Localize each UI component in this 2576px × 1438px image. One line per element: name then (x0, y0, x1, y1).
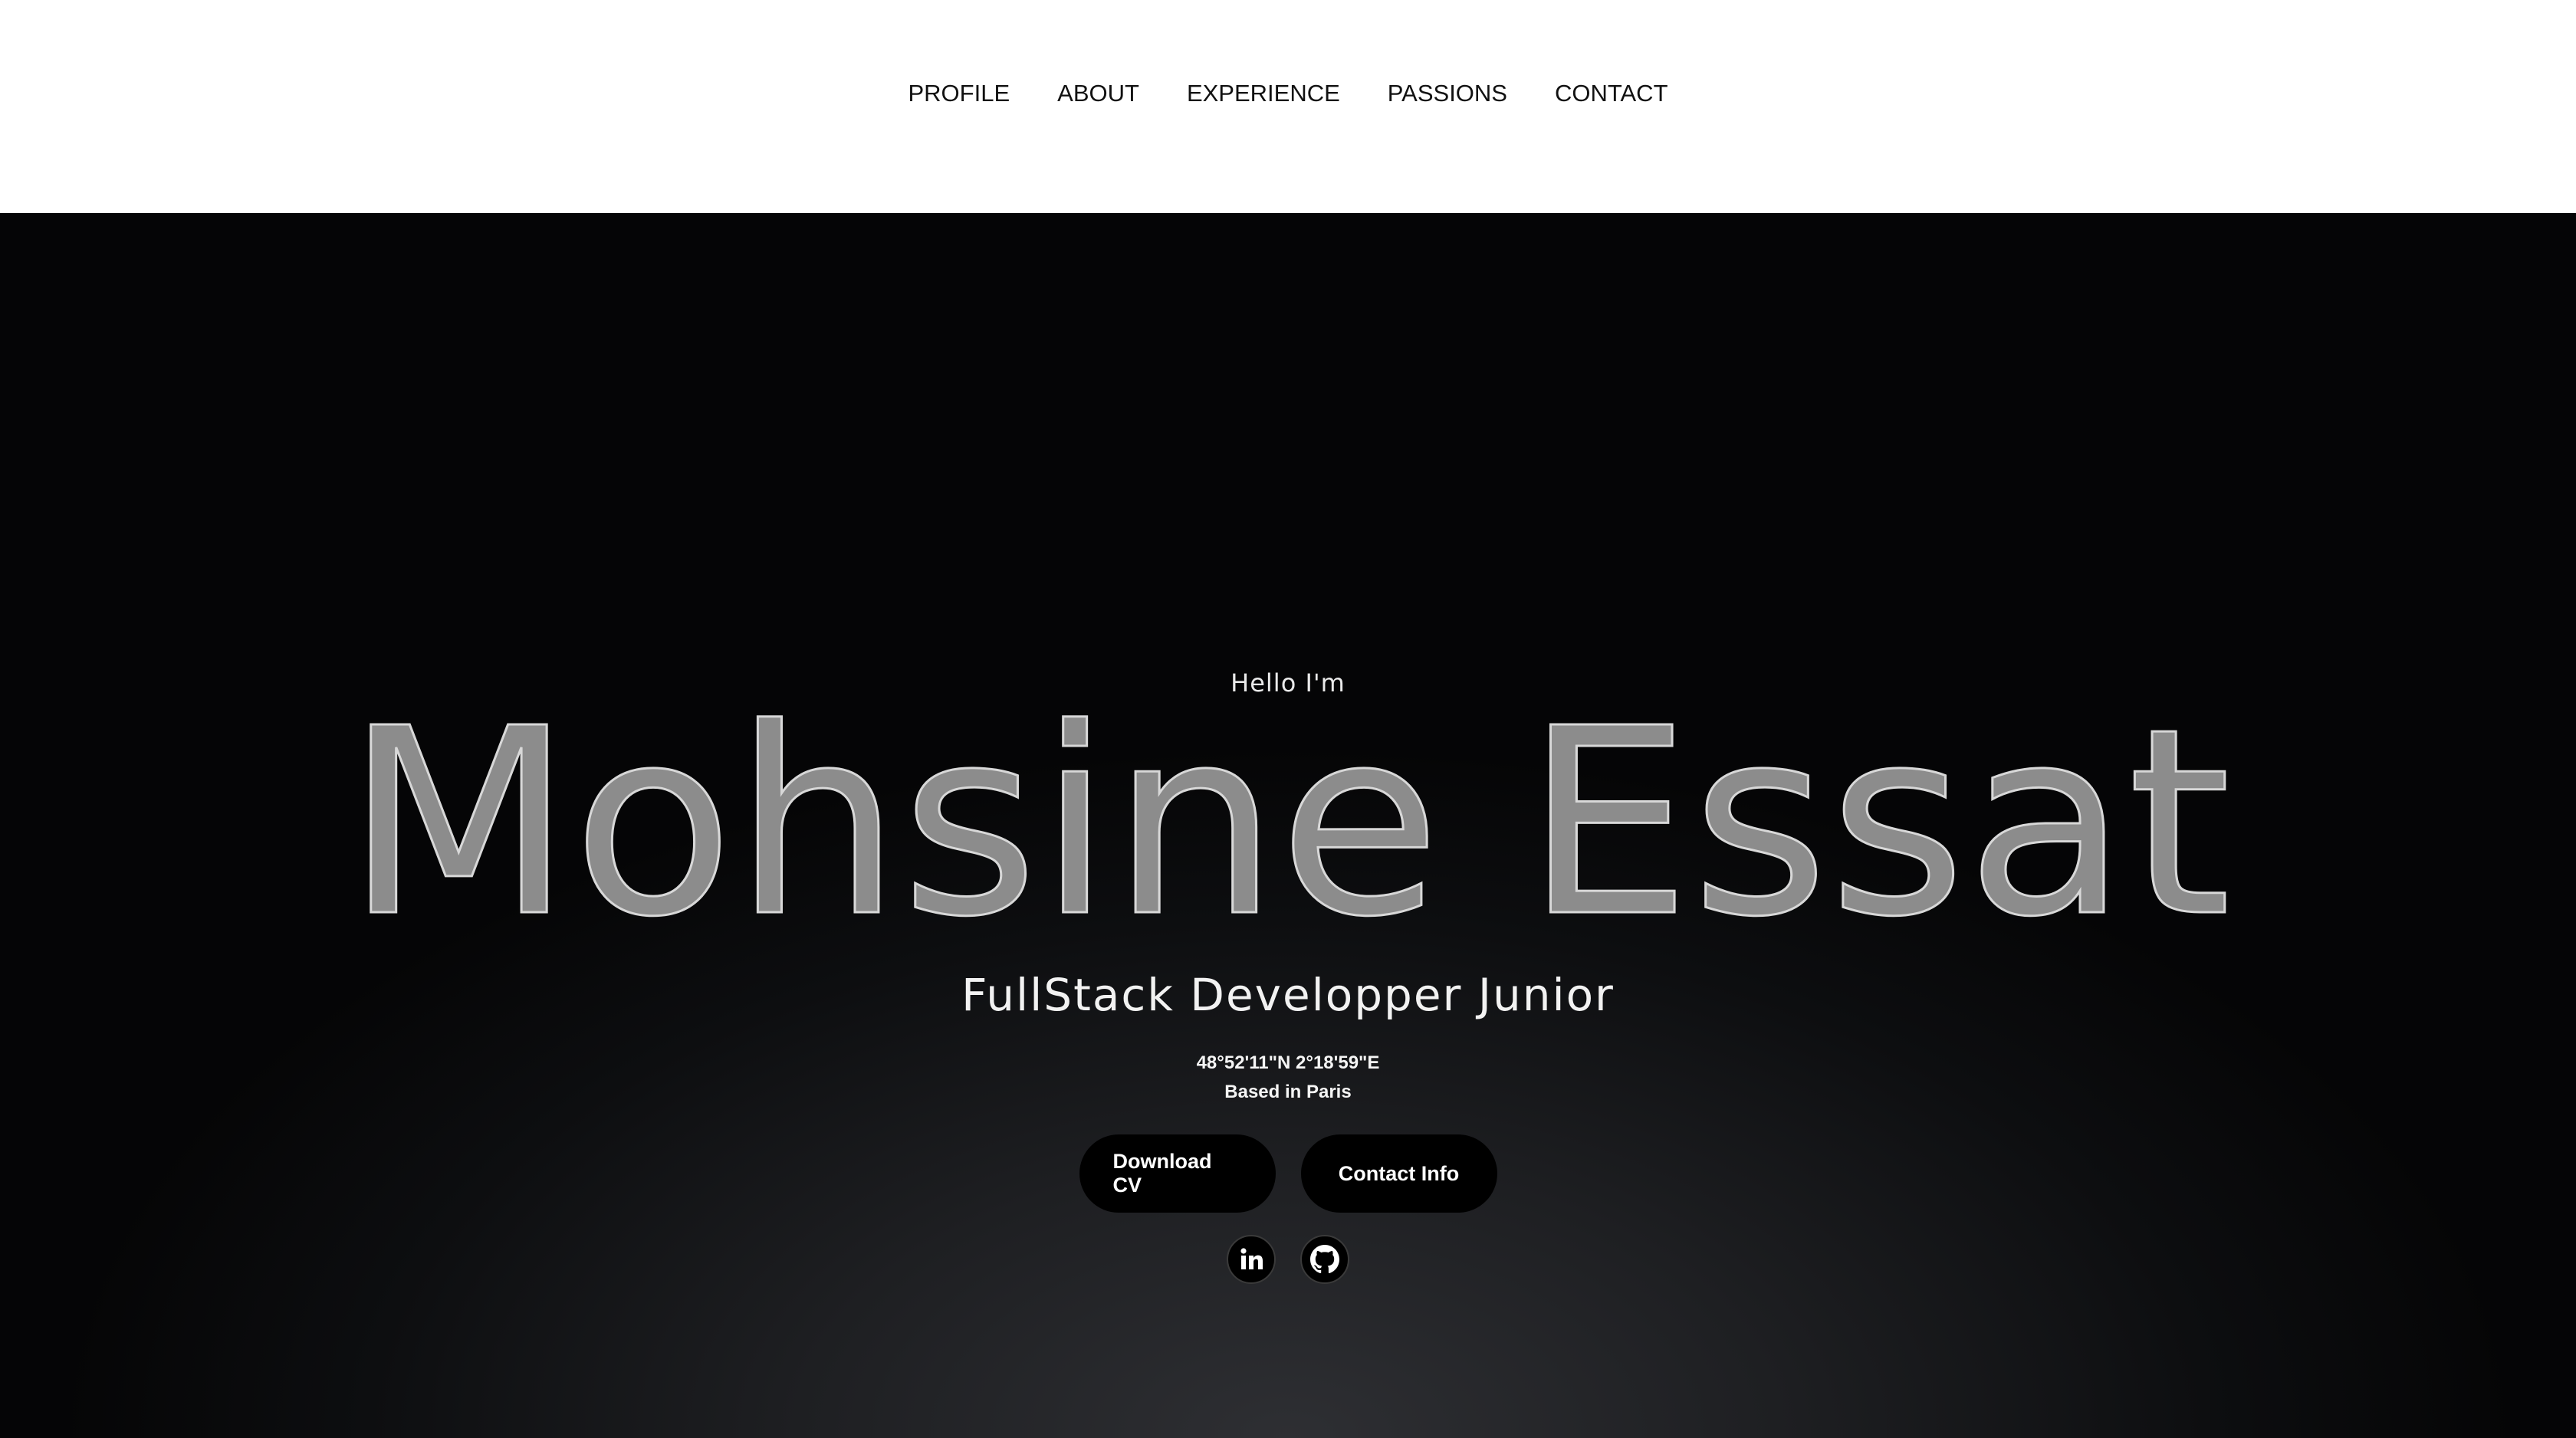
top-navigation-bar: PROFILE ABOUT EXPERIENCE PASSIONS CONTAC… (0, 0, 2576, 213)
linkedin-icon (1240, 1248, 1263, 1269)
hero-name: Mohsine Essat (345, 704, 2231, 934)
nav-item-about[interactable]: ABOUT (1057, 80, 1139, 107)
linkedin-link[interactable] (1227, 1235, 1276, 1284)
nav-item-profile[interactable]: PROFILE (908, 80, 1010, 107)
download-cv-button[interactable]: Download CV (1079, 1134, 1276, 1213)
main-nav: PROFILE ABOUT EXPERIENCE PASSIONS CONTAC… (0, 72, 2576, 115)
nav-item-passions[interactable]: PASSIONS (1388, 80, 1507, 107)
hero-coordinates: 48°52'11"N 2°18'59"E (1196, 1052, 1380, 1073)
hero-location-block: 48°52'11"N 2°18'59"E Based in Paris (0, 1049, 2576, 1107)
contact-info-button[interactable]: Contact Info (1300, 1134, 1497, 1213)
nav-item-experience[interactable]: EXPERIENCE (1187, 80, 1340, 107)
hero-buttons: Download CV Contact Info (0, 1134, 2576, 1213)
hero-location: Based in Paris (1224, 1082, 1352, 1102)
hero-role: FullStack Developper Junior (961, 969, 1615, 1021)
hero-name-svg: Mohsine Essat (344, 704, 2233, 934)
hero-greeting: Hello I'm (1230, 668, 1346, 698)
github-icon (1310, 1245, 1339, 1274)
social-links (0, 1235, 2576, 1284)
github-link[interactable] (1300, 1235, 1349, 1284)
hero-name-wrapper: Mohsine Essat (0, 704, 2576, 934)
nav-item-contact[interactable]: CONTACT (1555, 80, 1668, 107)
